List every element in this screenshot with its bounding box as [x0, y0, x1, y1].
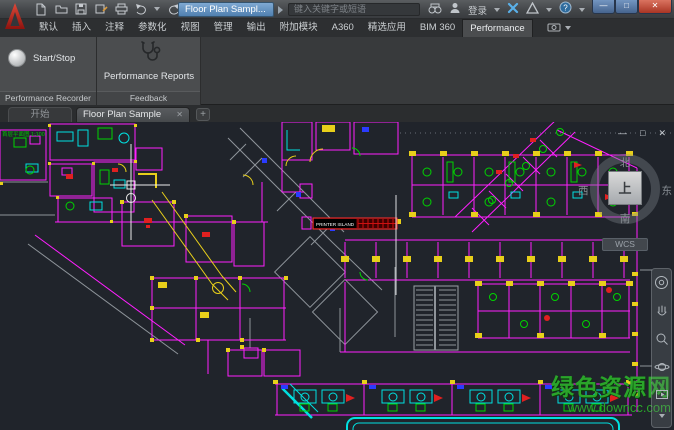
drawing-close-button[interactable]: ✕ [658, 128, 666, 139]
zoom-icon[interactable] [655, 332, 669, 351]
tab-insert[interactable]: 插入 [65, 19, 98, 37]
plot-icon[interactable] [114, 2, 128, 16]
panel-title[interactable]: Performance Recorder [0, 91, 96, 105]
printer-island-banner: PRINTER ISLAND [302, 217, 397, 229]
user-icon[interactable] [449, 1, 461, 19]
green-furniture [14, 128, 621, 411]
new-file-icon[interactable] [34, 2, 48, 16]
navigation-wheel-icon[interactable] [654, 275, 669, 295]
search-binoculars-icon[interactable] [428, 1, 442, 19]
tab-parametric[interactable]: 参数化 [131, 19, 174, 37]
panel-title[interactable]: Feedback [97, 91, 200, 105]
drawing-canvas[interactable]: PRINTER ISLAND 首层平面图 1:100 — □ ✕ 北 西 [0, 122, 674, 430]
showmotion-icon[interactable] [655, 387, 669, 405]
magenta-walls [0, 122, 637, 415]
autocad-window: Floor Plan Sampl... 键入关键字或短语 登录 ? [0, 0, 674, 430]
viewcube-top-face[interactable]: 上 [608, 171, 642, 205]
tab-featured-apps[interactable]: 精选应用 [361, 19, 413, 37]
exchange-apps-icon[interactable] [507, 1, 519, 19]
tab-bim360[interactable]: BIM 360 [413, 19, 462, 37]
window-controls: — □ ✕ [592, 0, 672, 14]
navigation-bar[interactable] [651, 268, 672, 428]
save-icon[interactable] [74, 2, 88, 16]
tab-performance[interactable]: Performance [462, 19, 532, 37]
svg-text:PRINTER ISLAND: PRINTER ISLAND [316, 222, 355, 227]
crosshair-cursor [110, 144, 170, 240]
a360-dropdown-caret[interactable] [546, 8, 552, 12]
viewcube-south[interactable]: 南 [575, 211, 674, 226]
file-tab-close-icon[interactable]: ✕ [176, 108, 183, 122]
app-menu-button[interactable] [3, 1, 27, 31]
close-button[interactable]: ✕ [638, 0, 672, 14]
help-icon[interactable]: ? [559, 1, 572, 19]
help-dropdown-caret[interactable] [579, 8, 585, 12]
window-title: Floor Plan Sampl... [178, 2, 274, 17]
open-file-icon[interactable] [54, 2, 68, 16]
a360-icon[interactable] [526, 1, 539, 19]
minimize-button[interactable]: — [592, 0, 615, 14]
panel-performance-recorder: Start/Stop Performance Recorder [0, 37, 97, 105]
capture-icon[interactable] [547, 19, 561, 37]
viewcube[interactable]: 北 西 东 南 上 WCS [575, 144, 674, 256]
search-input[interactable]: 键入关键字或短语 [288, 3, 420, 16]
tab-output[interactable]: 输出 [240, 19, 273, 37]
orbit-icon[interactable] [654, 360, 670, 378]
drawing-restore-button[interactable]: □ [640, 128, 645, 139]
drawing-window-controls: — □ ✕ [618, 128, 666, 139]
yellow-markers [0, 124, 638, 396]
viewcube-east[interactable]: 东 [662, 183, 673, 198]
stethoscope-icon [136, 51, 162, 68]
viewcube-north[interactable]: 北 [575, 155, 674, 170]
tab-view[interactable]: 视图 [174, 19, 207, 37]
title-expand-icon[interactable] [278, 6, 283, 14]
new-drawing-tab-button[interactable]: + [196, 108, 210, 121]
drawing-title-text: 首层平面图 1:100 [2, 130, 45, 138]
gray-walls [0, 128, 674, 366]
file-tab-bar: 开始 Floor Plan Sample ✕ + [0, 105, 674, 122]
tab-default[interactable]: 默认 [32, 19, 65, 37]
ribbon-panel-area: Start/Stop Performance Recorder Performa… [0, 37, 674, 105]
panel-feedback: Performance Reports Feedback [97, 37, 201, 105]
signin-dropdown-caret[interactable] [494, 8, 500, 12]
yellow-doors-ramp [118, 149, 323, 300]
tab-manage[interactable]: 管理 [207, 19, 240, 37]
file-tab-floor-plan-sample[interactable]: Floor Plan Sample ✕ [76, 107, 190, 122]
svg-text:?: ? [563, 3, 568, 12]
capture-dropdown-caret[interactable] [565, 26, 571, 30]
ribbon-tab-bar: 默认 插入 注释 参数化 视图 管理 输出 附加模块 A360 精选应用 BIM… [0, 19, 674, 37]
viewcube-west[interactable]: 西 [578, 183, 589, 198]
performance-reports-button[interactable]: Performance Reports [97, 40, 201, 82]
undo-dropdown-caret[interactable] [154, 7, 160, 11]
drawing-minimize-button[interactable]: — [618, 128, 627, 139]
tab-addins[interactable]: 附加模块 [273, 19, 325, 37]
start-stop-button[interactable]: Start/Stop [8, 49, 75, 67]
tab-a360[interactable]: A360 [325, 19, 361, 37]
undo-icon[interactable] [134, 2, 148, 16]
title-bar: Floor Plan Sampl... 键入关键字或短语 登录 ? [0, 0, 674, 19]
save-as-icon[interactable] [94, 2, 108, 16]
tab-annotate[interactable]: 注释 [98, 19, 131, 37]
file-tab-start[interactable]: 开始 [8, 107, 72, 122]
maximize-button[interactable]: □ [615, 0, 638, 14]
wcs-dropdown[interactable]: WCS [602, 238, 648, 251]
record-circle-icon [8, 49, 26, 67]
pan-icon[interactable] [655, 304, 669, 323]
navbar-more-caret[interactable] [659, 414, 665, 418]
signin-button[interactable]: 登录 [468, 3, 487, 17]
